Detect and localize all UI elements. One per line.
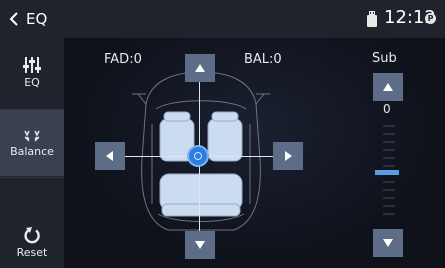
sidebar-item-eq[interactable]: EQ <box>0 56 64 104</box>
bal-value: BAL:0 <box>244 52 282 67</box>
reset-arrow-icon <box>24 227 40 244</box>
sub-tick <box>383 189 395 191</box>
sidebar-divider <box>0 177 64 178</box>
sub-value: 0 <box>383 102 391 116</box>
fade-rear-button[interactable] <box>185 231 215 259</box>
sidebar-item-label: EQ <box>24 76 40 89</box>
usb-drive-icon <box>367 11 377 27</box>
status-badge: P <box>425 13 436 24</box>
sub-label: Sub <box>372 51 397 66</box>
sub-tick <box>383 205 395 207</box>
arrow-down-icon <box>195 241 205 249</box>
sidebar-item-label: Reset <box>16 246 48 259</box>
sub-tick <box>383 181 395 183</box>
sidebar-item-label: Balance <box>10 144 54 158</box>
page-title: EQ <box>26 10 48 28</box>
sidebar-item-balance[interactable]: Balance <box>0 110 64 176</box>
arrow-right-icon <box>285 151 292 161</box>
balance-right-button[interactable] <box>273 142 303 170</box>
arrow-up-icon <box>383 83 393 91</box>
sub-tick <box>383 165 395 167</box>
sub-increase-button[interactable] <box>373 73 403 101</box>
arrow-down-icon <box>383 239 393 247</box>
sub-tick <box>383 213 395 215</box>
sub-tick <box>383 197 395 199</box>
back-button[interactable]: EQ <box>8 6 56 32</box>
sub-level-thumb[interactable] <box>375 170 399 175</box>
sub-tick <box>383 141 395 143</box>
arrow-up-icon <box>195 64 205 72</box>
fad-value: FAD:0 <box>104 52 142 67</box>
speaker-balance-icon <box>24 130 40 141</box>
eq-balance-screen: EQ 12:12 P EQ Balance Reset FAD:0 BAL:0 … <box>0 0 445 268</box>
sub-tick <box>383 133 395 135</box>
sidebar: EQ Balance Reset <box>0 38 64 268</box>
equalizer-sliders-icon <box>23 57 41 73</box>
title-bar: EQ 12:12 P <box>0 0 445 38</box>
sidebar-item-reset[interactable]: Reset <box>0 226 64 268</box>
sub-tick <box>383 149 395 151</box>
balance-left-button[interactable] <box>95 142 125 170</box>
sub-decrease-button[interactable] <box>373 229 403 257</box>
fade-front-button[interactable] <box>185 54 215 82</box>
chevron-left-icon <box>9 12 18 26</box>
sub-tick <box>383 157 395 159</box>
balance-position-knob[interactable] <box>187 145 209 167</box>
sub-tick <box>383 125 395 127</box>
arrow-left-icon <box>106 151 113 161</box>
